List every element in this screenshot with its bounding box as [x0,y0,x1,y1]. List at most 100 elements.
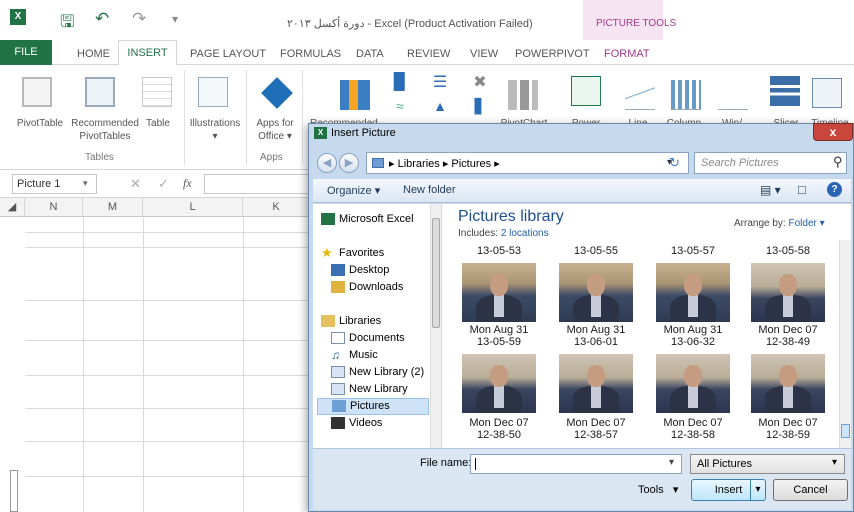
nav-pictures[interactable]: Pictures [317,398,429,415]
line-chart-icon[interactable]: ≈ [390,99,410,113]
pivottable-button[interactable]: PivotTable [14,117,66,130]
tab-review[interactable]: REVIEW [407,48,450,60]
excel-logo-icon: X [314,127,327,139]
row-scrollbar-thumb[interactable] [10,470,18,512]
forward-button[interactable]: ▶ [339,153,359,173]
grid-line [25,476,310,477]
column-header-k[interactable]: K [243,198,310,217]
image-thumbnail[interactable] [559,354,633,413]
column-header-n[interactable]: N [25,198,83,217]
insert-function-icon[interactable]: fx [183,176,192,191]
formula-input[interactable] [204,174,314,194]
videos-icon [331,417,345,429]
excel-logo-icon[interactable]: X [10,9,26,25]
preview-pane-icon[interactable]: □ [798,182,806,197]
scroll-down-button[interactable] [841,424,850,438]
file-name-dropdown-icon[interactable]: ▾ [669,457,674,468]
nav-libraries[interactable]: Libraries [317,314,381,329]
hierarchy-chart-icon[interactable]: ☰ [430,75,450,91]
undo-icon[interactable]: ↶ [95,9,109,29]
tab-view[interactable]: VIEW [470,48,498,60]
customize-qat-icon[interactable]: ▾ [172,12,178,26]
area-chart-icon[interactable]: ▲ [430,99,450,113]
nav-favorites[interactable]: ★ Favorites [317,245,384,261]
name-box-dropdown-icon[interactable]: ▾ [83,178,88,189]
image-thumbnail[interactable] [559,263,633,322]
redo-icon[interactable]: ↷ [132,9,146,29]
file-name-input[interactable]: ▾ [470,454,682,474]
table-button[interactable]: Table [140,117,176,130]
apps-for-office-button[interactable]: Apps for Office ▾ [250,117,300,143]
tab-file[interactable]: FILE [0,40,52,65]
image-thumbnail[interactable] [656,263,730,322]
image-thumbnail[interactable] [462,354,536,413]
insert-button[interactable]: Insert ▾ [691,479,766,501]
nav-scrollbar-thumb[interactable] [432,218,440,328]
image-thumbnail[interactable] [462,263,536,322]
nav-new-library-2[interactable]: New Library (2) [327,365,424,380]
cancel-button[interactable]: Cancel [773,479,848,501]
image-thumbnail[interactable] [751,263,825,322]
thumb-caption: Mon Aug 31 13-05-59 [469,324,529,348]
back-button[interactable]: ◀ [317,153,337,173]
thumb-caption: 13-05-58 [765,245,811,257]
table-icon [142,77,172,107]
tab-page-layout[interactable]: PAGE LAYOUT [190,48,266,60]
tab-powerpivot[interactable]: POWERPIVOT [515,48,590,60]
worksheet-grid[interactable] [0,198,310,512]
illustrations-button[interactable]: Illustrations ▾ [187,117,243,143]
address-bar[interactable]: ▸ Libraries ▸ Pictures ▸ ▾ [366,152,689,174]
nav-scrollbar[interactable] [430,204,441,448]
tab-insert[interactable]: INSERT [118,40,177,66]
grid-line [83,217,84,512]
nav-music[interactable]: ♫ Music [327,348,378,363]
combo-chart-icon[interactable]: ▋ [470,99,490,113]
includes-locations-link[interactable]: 2 locations [501,228,549,239]
select-all-corner[interactable]: ◢ [0,198,25,217]
thumb-caption: Mon Dec 07 12-38-50 [469,417,529,441]
change-view-icon[interactable]: ▤ ▾ [760,183,781,197]
column-header-l[interactable]: L [143,198,243,217]
help-icon[interactable]: ? [827,182,842,197]
nav-new-library[interactable]: New Library [327,382,408,397]
bar-chart-icon[interactable]: ▉ [390,75,410,91]
cancel-entry-icon[interactable]: ✕ [130,176,141,192]
recommended-pivottables-button[interactable]: Recommended PivotTables [68,117,142,143]
nav-videos[interactable]: Videos [327,416,382,431]
breadcrumb-pictures[interactable]: Pictures [451,158,491,170]
file-list-scrollbar[interactable] [839,240,851,448]
scatter-chart-icon[interactable]: ✖ [470,75,490,91]
pivottable-icon [22,77,52,107]
grid-line [243,217,244,512]
nav-microsoft-excel[interactable]: Microsoft Excel [317,212,414,227]
new-folder-button[interactable]: New folder [403,184,456,196]
image-thumbnail[interactable] [656,354,730,413]
tools-button[interactable]: Tools ▾ [638,483,678,496]
refresh-icon[interactable]: ↻ [669,155,680,171]
confirm-entry-icon[interactable]: ✓ [158,176,169,192]
breadcrumb-libraries[interactable]: Libraries [398,158,440,170]
close-button[interactable]: x [813,123,853,141]
nav-documents[interactable]: Documents [327,331,405,346]
tab-formulas[interactable]: FORMULAS [280,48,341,60]
tab-format[interactable]: FORMAT [604,48,650,60]
file-type-select[interactable]: All Pictures ▾ [690,454,845,474]
nav-downloads[interactable]: Downloads [327,280,403,295]
search-icon[interactable]: ⚲ [833,154,843,170]
search-input[interactable]: Search Pictures [694,152,847,174]
thumb-caption: Mon Dec 07 12-38-59 [758,417,818,441]
grid-line [25,247,310,248]
tab-home[interactable]: HOME [77,48,110,60]
insert-options-dropdown-icon[interactable]: ▾ [750,480,765,500]
tab-data[interactable]: DATA [356,48,384,60]
nav-desktop[interactable]: Desktop [327,263,389,278]
arrange-by[interactable]: Arrange by: Folder ▾ [734,218,825,229]
group-separator [246,70,247,165]
image-thumbnail[interactable] [751,354,825,413]
column-header-m[interactable]: M [83,198,143,217]
music-icon: ♫ [331,348,340,362]
downloads-folder-icon [331,281,345,293]
organize-button[interactable]: Organize ▾ [327,184,380,197]
save-icon[interactable]: 🖫 [60,9,74,38]
desktop-icon [331,264,345,276]
